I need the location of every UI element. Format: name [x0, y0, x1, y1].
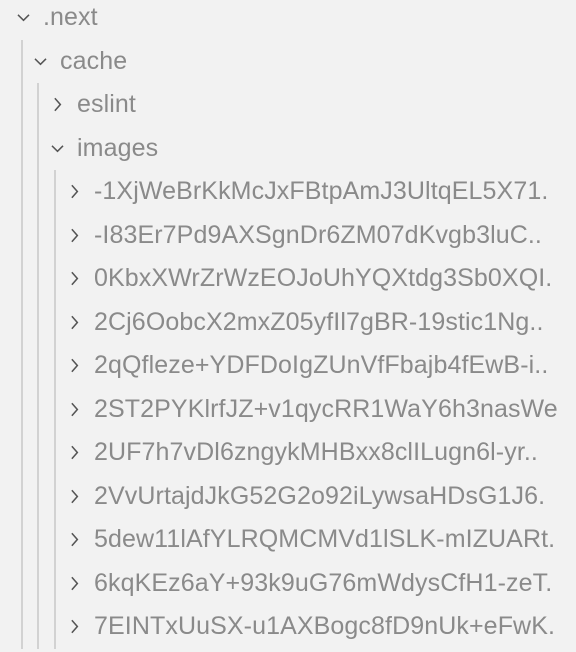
tree-row[interactable]: .next	[0, 0, 576, 39]
chevron-right-icon[interactable]	[63, 442, 85, 464]
chevron-right-icon[interactable]	[63, 268, 85, 290]
chevron-right-icon[interactable]	[63, 355, 85, 377]
tree-row[interactable]: eslint	[0, 83, 576, 126]
tree-row-label: 2qQfleze+YDFDoIgZUnVfFbajb4fEwB-i..	[94, 351, 549, 379]
chevron-right-icon[interactable]	[63, 181, 85, 203]
tree-row-label: 2VvUrtajdJkG52G2o92iLywsaHDsG1J6.	[94, 481, 546, 510]
tree-row[interactable]: 2VvUrtajdJkG52G2o92iLywsaHDsG1J6.	[0, 475, 576, 518]
chevron-right-icon[interactable]	[63, 398, 85, 420]
tree-row[interactable]: images	[0, 127, 576, 170]
tree-row-label: eslint	[77, 90, 136, 118]
tree-row-label: 0KbxXWrZrWzEOJoUhYQXtdg3Sb0XQI.	[94, 264, 553, 292]
tree-row[interactable]: 2UF7h7vDl6zngykMHBxx8clILugn6l-yr..	[0, 431, 576, 474]
tree-row-label: -1XjWeBrKkMcJxFBtpAmJ3UltqEL5X71.	[94, 177, 549, 205]
tree-row-label: -I83Er7Pd9AXSgnDr6ZM07dKvgb3luC..	[94, 220, 542, 249]
tree-row[interactable]: 7EINTxUuSX-u1AXBogc8fD9nUk+eFwK.	[0, 605, 576, 648]
tree-row-label: .next	[43, 3, 98, 31]
tree-row[interactable]: 6kqKEz6aY+93k9uG76mWdysCfH1-zeT.	[0, 562, 576, 605]
chevron-right-icon[interactable]	[46, 94, 68, 116]
tree-row[interactable]: -1XjWeBrKkMcJxFBtpAmJ3UltqEL5X71.	[0, 170, 576, 213]
tree-row-label: 6kqKEz6aY+93k9uG76mWdysCfH1-zeT.	[94, 568, 553, 597]
tree-row[interactable]: 0KbxXWrZrWzEOJoUhYQXtdg3Sb0XQI.	[0, 257, 576, 300]
tree-row-label: 7EINTxUuSX-u1AXBogc8fD9nUk+eFwK.	[94, 612, 556, 640]
chevron-down-icon[interactable]	[12, 7, 34, 29]
tree-row-label: 2UF7h7vDl6zngykMHBxx8clILugn6l-yr..	[94, 438, 538, 466]
tree-row[interactable]: 2qQfleze+YDFDoIgZUnVfFbajb4fEwB-i..	[0, 344, 576, 387]
chevron-right-icon[interactable]	[63, 616, 85, 638]
file-tree[interactable]: .next cache eslint images -1XjWeBrKkMcJxFBtp…	[0, 0, 576, 652]
tree-row-label: 5dew11lAfYLRQMCMVd1lSLK-mIZUARt.	[94, 525, 556, 553]
chevron-right-icon[interactable]	[63, 572, 85, 594]
tree-row-label: 2ST2PYKlrfJZ+v1qycRR1WaY6h3nasWe	[94, 394, 558, 423]
tree-row-label: cache	[60, 46, 128, 75]
tree-row-label: images	[77, 133, 159, 162]
chevron-right-icon[interactable]	[63, 224, 85, 246]
tree-row[interactable]: 5dew11lAfYLRQMCMVd1lSLK-mIZUARt.	[0, 518, 576, 561]
tree-row[interactable]: cache	[0, 40, 576, 83]
chevron-right-icon[interactable]	[63, 311, 85, 333]
chevron-down-icon[interactable]	[29, 50, 51, 72]
tree-row-label: 2Cj6OobcX2mxZ05yfIl7gBR-19stic1Ng..	[94, 307, 544, 336]
tree-row[interactable]: 2Cj6OobcX2mxZ05yfIl7gBR-19stic1Ng..	[0, 301, 576, 344]
chevron-down-icon[interactable]	[46, 137, 68, 159]
chevron-right-icon[interactable]	[63, 529, 85, 551]
tree-row[interactable]: 2ST2PYKlrfJZ+v1qycRR1WaY6h3nasWe	[0, 388, 576, 431]
tree-row[interactable]: -I83Er7Pd9AXSgnDr6ZM07dKvgb3luC..	[0, 214, 576, 257]
chevron-right-icon[interactable]	[63, 485, 85, 507]
